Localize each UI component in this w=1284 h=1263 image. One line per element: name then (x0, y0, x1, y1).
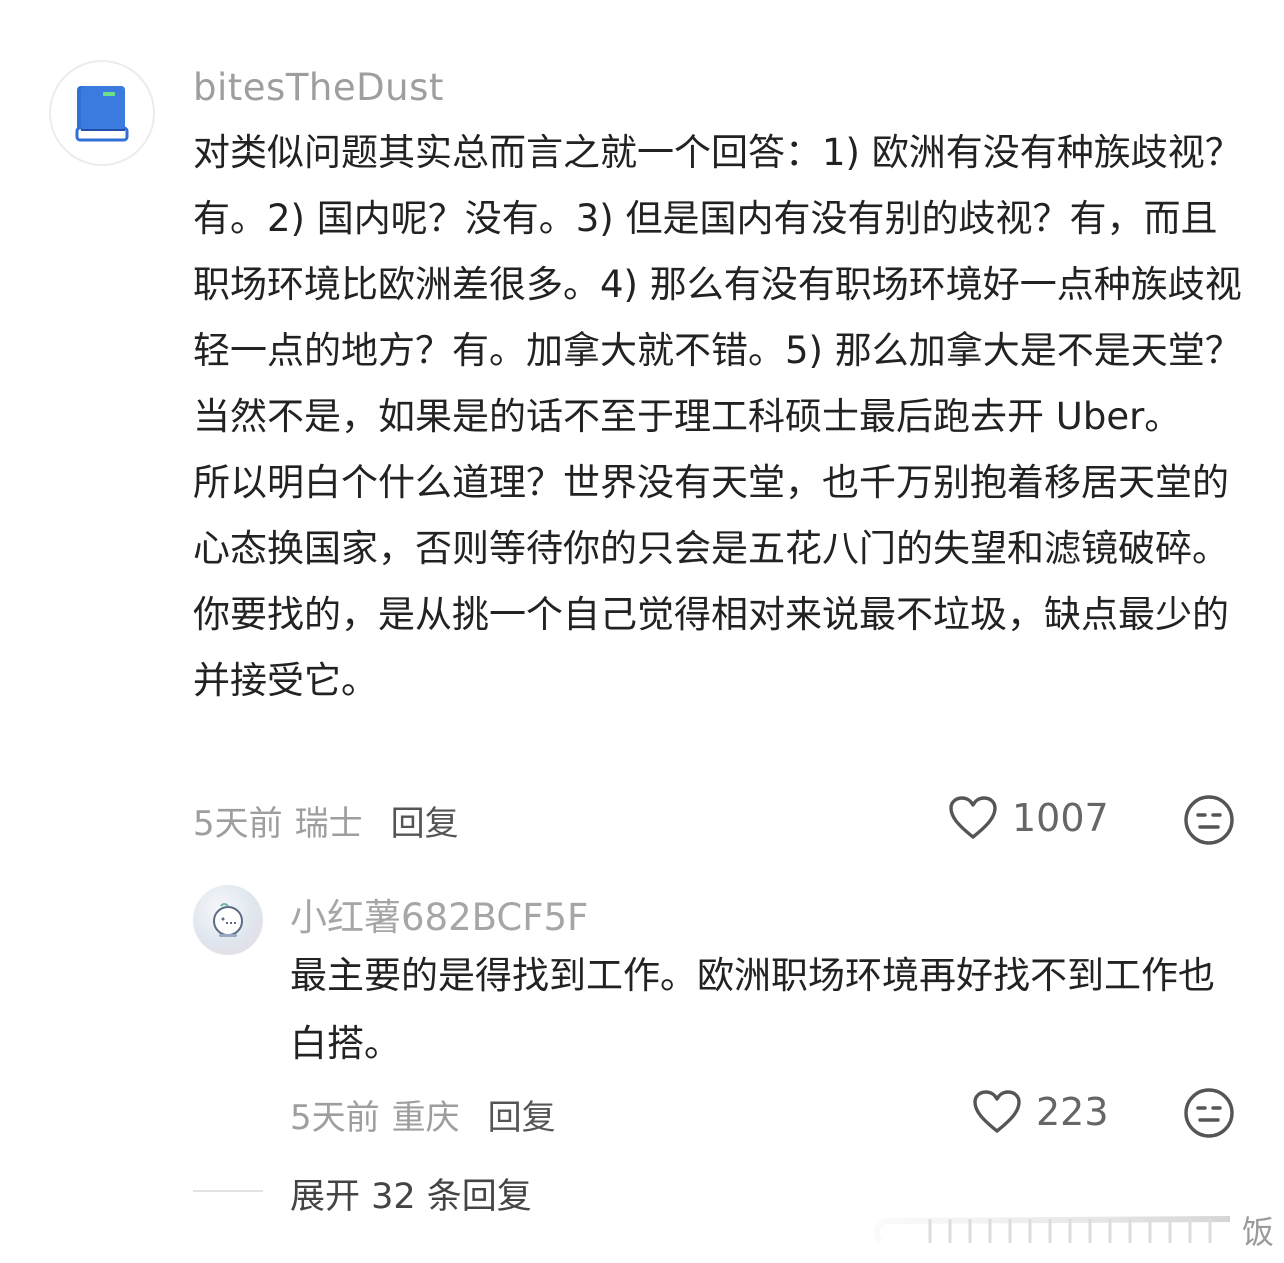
comment-reply-button[interactable]: 回复 (391, 804, 459, 844)
piggy-bank-icon (213, 903, 243, 937)
reply-time: 5天前 (290, 1098, 380, 1138)
reply-body: 最主要的是得找到工作。欧洲职场环境再好找不到工作也白搭。 (290, 954, 1215, 1065)
neutral-face-icon (1184, 1088, 1234, 1138)
heart-icon (973, 1090, 1021, 1133)
reply-react-button[interactable] (1183, 1087, 1235, 1139)
reply-reply-button[interactable]: 回复 (488, 1098, 556, 1138)
commenter-username[interactable]: bitesTheDust (193, 66, 444, 109)
neutral-face-icon (1184, 795, 1234, 845)
expand-divider (193, 1190, 263, 1192)
commenter-avatar[interactable] (49, 60, 155, 166)
comment-time: 5天前 (193, 804, 283, 844)
replier-avatar[interactable] (193, 885, 263, 955)
comment-paragraph: 对类似问题其实总而言之就一个回答：1) 欧洲有没有种族歧视？有。2) 国内呢？没… (193, 131, 1242, 438)
comment-like-count: 1007 (1012, 796, 1109, 840)
comment-like-button[interactable]: 1007 (948, 795, 1109, 841)
replier-username[interactable]: 小红薯682BCF5F (290, 887, 588, 941)
reply-like-count: 223 (1036, 1090, 1109, 1134)
comment-meta: 5天前 瑞士 回复 (193, 796, 459, 845)
reply-like-button[interactable]: 223 (972, 1089, 1109, 1135)
watermark-text: 饭 (1242, 1213, 1274, 1251)
comment-react-button[interactable] (1183, 794, 1235, 846)
heart-icon (949, 796, 997, 839)
reply-location: 重庆 (391, 1098, 460, 1138)
expand-replies-button[interactable]: 展开 32 条回复 (290, 1168, 532, 1219)
reply-meta: 5天前 重庆 回复 (290, 1090, 556, 1139)
watermark: 饭 (870, 1205, 1284, 1253)
watermark-logo: 饭 (873, 1213, 1274, 1251)
comment-body: 对类似问题其实总而言之就一个回答：1) 欧洲有没有种族歧视？有。2) 国内呢？没… (193, 120, 1253, 714)
blue-book-icon (75, 86, 129, 142)
comment-paragraph: 所以明白个什么道理？世界没有天堂，也千万别抱着移居天堂的心态换国家，否则等待你的… (193, 461, 1229, 702)
comment-location: 瑞士 (294, 804, 363, 844)
